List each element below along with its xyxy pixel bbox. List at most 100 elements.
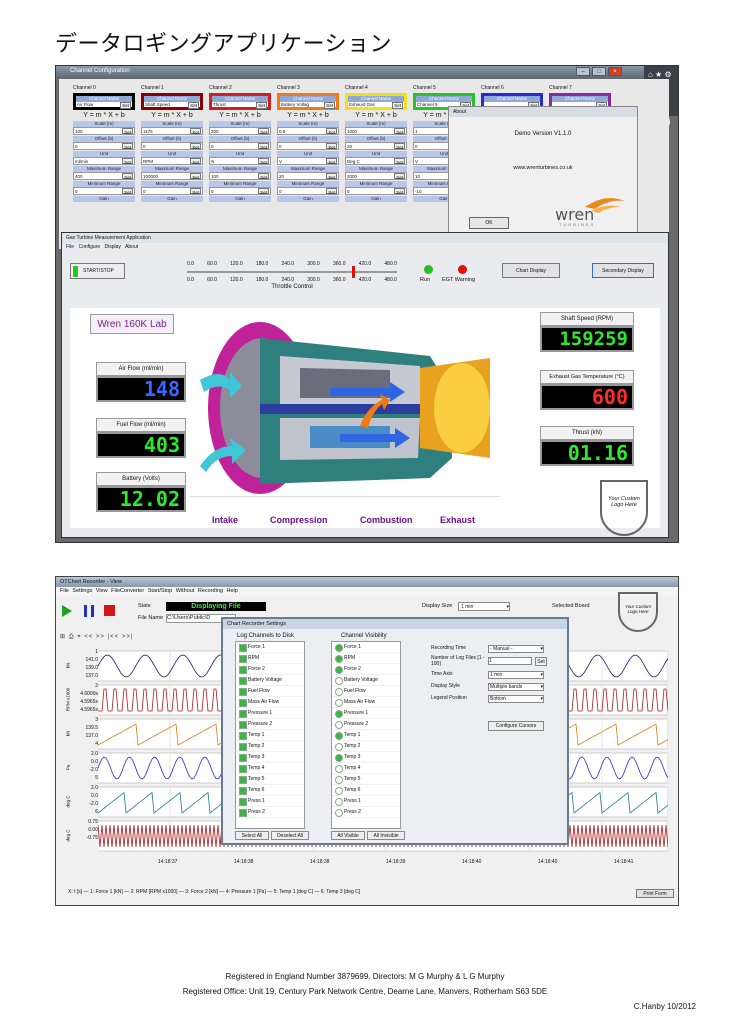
set-button[interactable]: Set — [190, 128, 201, 135]
log-channel-checkbox[interactable]: Force 1 — [236, 642, 304, 653]
set-button[interactable]: Set — [394, 143, 405, 150]
log-channel-checkbox[interactable]: Temp 1 — [236, 730, 304, 741]
menu-fileconverter[interactable]: FileConverter — [111, 588, 144, 594]
select-all-button[interactable]: Select All — [235, 831, 269, 840]
visibility-radio[interactable]: Force 2 — [332, 664, 400, 675]
set-button[interactable]: Set — [392, 102, 403, 109]
menu-file[interactable]: File — [60, 588, 69, 594]
log-channel-checkbox[interactable]: Pressure 2 — [236, 719, 304, 730]
log-channel-checkbox[interactable]: Temp 4 — [236, 763, 304, 774]
set-button[interactable]: Set — [122, 188, 133, 195]
time-axis-select[interactable]: 1 min ▾ — [488, 671, 544, 679]
scale-input[interactable]: 1000 — [347, 128, 357, 134]
channel-name-input[interactable]: Exhaust Gas — [349, 102, 375, 109]
log-channel-checkbox[interactable]: Mass Air Flow — [236, 697, 304, 708]
visibility-radio[interactable]: Temp 5 — [332, 774, 400, 785]
menu-help[interactable]: Help — [226, 588, 237, 594]
channel-name-input[interactable]: Channel 5 — [417, 102, 438, 109]
visibility-radio[interactable]: Press 1 — [332, 796, 400, 807]
set-button[interactable]: Set — [122, 173, 133, 180]
print-icon[interactable]: ⎙ — [69, 634, 75, 640]
chart-toolbar[interactable]: ⊞ ⎙ ⌖ << >> |<< >>| — [60, 633, 133, 641]
max-input[interactable]: 100000 — [143, 173, 158, 179]
minimize-button[interactable]: – — [576, 67, 590, 76]
log-channel-checkbox[interactable]: Temp 6 — [236, 785, 304, 796]
unit-input[interactable]: ml/min — [75, 158, 88, 164]
menu-display[interactable]: Display — [105, 244, 121, 250]
maximize-button[interactable]: □ — [592, 67, 606, 76]
configure-cursors-button[interactable]: Configure Cursors — [488, 721, 544, 731]
min-input[interactable]: 0 — [279, 188, 282, 194]
channel-name-input[interactable]: Shaft Speed — [145, 102, 170, 109]
log-channel-checkbox[interactable]: Fuel Flow — [236, 686, 304, 697]
set-button[interactable]: Set — [394, 188, 405, 195]
set-button[interactable]: Set — [326, 188, 337, 195]
set-button[interactable]: Set — [258, 173, 269, 180]
offset-input[interactable]: 0 — [211, 143, 214, 149]
set-button[interactable]: Set — [324, 102, 335, 109]
print-form-button[interactable]: Print Form — [636, 889, 674, 898]
num-log-set-button[interactable]: Set — [535, 657, 547, 666]
about-url[interactable]: www.wrenturbines.co.uk — [449, 165, 637, 171]
zoom-icon[interactable]: ⊞ — [60, 634, 66, 640]
max-input[interactable]: 10 — [415, 173, 420, 179]
visibility-radio[interactable]: Temp 6 — [332, 785, 400, 796]
log-channel-checkbox[interactable]: Press 2 — [236, 807, 304, 818]
secondary-display-button[interactable]: Secondary Display — [592, 263, 654, 278]
set-button[interactable]: Set — [190, 173, 201, 180]
chart-display-button[interactable]: Chart Display — [502, 263, 560, 278]
scroll-toolbar[interactable]: << >> |<< >>| — [84, 634, 133, 640]
set-button[interactable]: Set — [190, 158, 201, 165]
menu-about[interactable]: About — [125, 244, 138, 250]
unit-input[interactable]: RPM — [143, 158, 153, 164]
menu-configure[interactable]: Configure — [78, 244, 100, 250]
set-button[interactable]: Set — [394, 173, 405, 180]
min-input[interactable]: 0 — [75, 188, 78, 194]
cursor-icon[interactable]: ⌖ — [77, 634, 81, 640]
close-button[interactable]: × — [608, 67, 622, 76]
throttle-handle[interactable] — [352, 266, 355, 278]
recording-time-select[interactable]: - Manual - ▾ — [488, 645, 544, 653]
num-log-input[interactable]: 1 — [488, 657, 532, 665]
throttle-track[interactable] — [187, 271, 397, 273]
offset-input[interactable]: 0 — [75, 143, 78, 149]
visibility-radio[interactable]: Press 2 — [332, 807, 400, 818]
set-button[interactable]: Set — [326, 143, 337, 150]
channel-name-input[interactable]: Battery Voltag — [281, 102, 309, 109]
set-button[interactable]: Set — [120, 102, 131, 109]
set-button[interactable]: Set — [122, 143, 133, 150]
set-button[interactable]: Set — [188, 102, 199, 109]
log-channel-checkbox[interactable]: Press 1 — [236, 796, 304, 807]
set-button[interactable]: Set — [394, 128, 405, 135]
log-channel-checkbox[interactable]: Pressure 1 — [236, 708, 304, 719]
log-channel-checkbox[interactable]: Battery Voltage — [236, 675, 304, 686]
set-button[interactable]: Set — [258, 158, 269, 165]
offset-input[interactable]: 0 — [415, 143, 418, 149]
max-input[interactable]: 100 — [211, 173, 219, 179]
menu-settings[interactable]: Settings — [72, 588, 92, 594]
scale-input[interactable]: 1 — [415, 128, 418, 134]
set-button[interactable]: Set — [122, 128, 133, 135]
offset-input[interactable]: 20 — [347, 143, 352, 149]
max-input[interactable]: 400 — [75, 173, 83, 179]
start-stop-button[interactable]: START/STOP — [70, 263, 125, 279]
legend-position-select[interactable]: Bottom ▾ — [488, 695, 544, 703]
set-button[interactable]: Set — [258, 143, 269, 150]
menu-startstop[interactable]: Start/Stop Without Recording — [148, 588, 223, 594]
offset-input[interactable]: 0 — [279, 143, 282, 149]
set-button[interactable]: Set — [190, 188, 201, 195]
visibility-radio[interactable]: Temp 4 — [332, 763, 400, 774]
visibility-radio[interactable]: Pressure 2 — [332, 719, 400, 730]
menu-file[interactable]: File — [66, 244, 74, 250]
about-ok-button[interactable]: OK — [469, 217, 509, 229]
set-button[interactable]: Set — [258, 128, 269, 135]
max-input[interactable]: 2000 — [347, 173, 357, 179]
visibility-radio[interactable]: Temp 1 — [332, 730, 400, 741]
all-invisible-button[interactable]: All Invisible — [367, 831, 405, 840]
min-input[interactable]: 0 — [143, 188, 146, 194]
log-channel-checkbox[interactable]: Temp 5 — [236, 774, 304, 785]
set-button[interactable]: Set — [326, 158, 337, 165]
play-icon[interactable] — [62, 605, 72, 617]
display-style-select[interactable]: Multiple bands ▾ — [488, 683, 544, 691]
visibility-radio[interactable]: Pressure 1 — [332, 708, 400, 719]
